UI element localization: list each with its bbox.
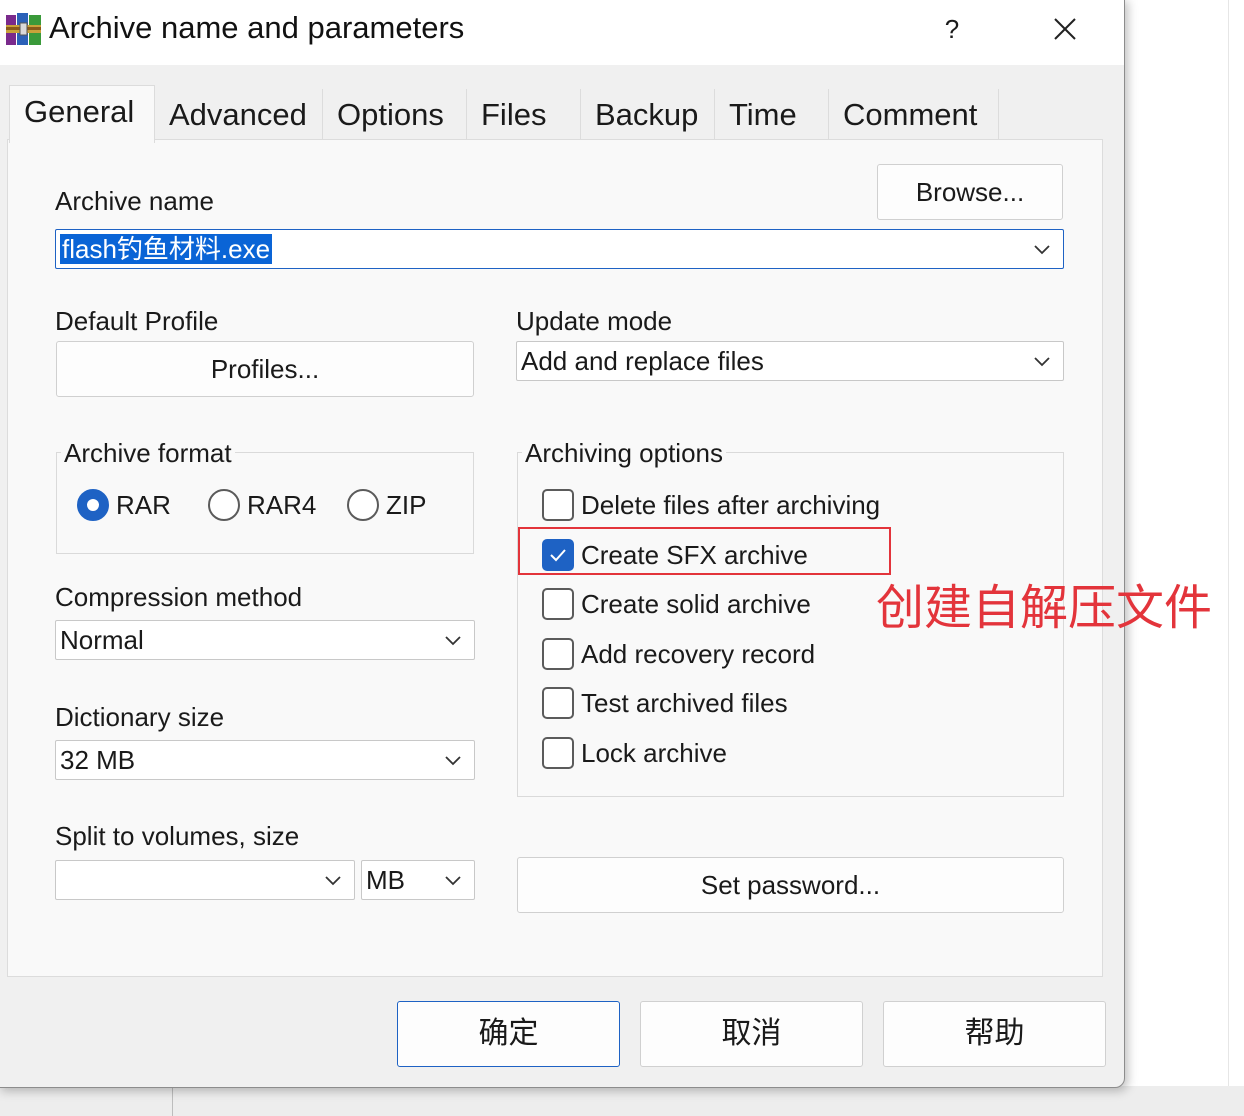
- tab-time[interactable]: Time: [715, 89, 829, 141]
- radio-zip-label[interactable]: ZIP: [386, 489, 426, 521]
- radio-rar4-label[interactable]: RAR4: [247, 489, 316, 521]
- profiles-button[interactable]: Profiles...: [56, 341, 474, 397]
- checkbox-test-files-label[interactable]: Test archived files: [581, 687, 788, 719]
- checkbox-delete-files-label[interactable]: Delete files after archiving: [581, 489, 880, 521]
- ok-button[interactable]: 确定: [397, 1001, 620, 1067]
- compression-method-value: Normal: [60, 625, 144, 655]
- background-divider: [172, 1086, 173, 1116]
- compression-method-label: Compression method: [55, 582, 303, 612]
- browse-button[interactable]: Browse...: [877, 164, 1063, 220]
- split-volumes-label: Split to volumes, size: [55, 821, 300, 851]
- close-icon: [1054, 18, 1076, 40]
- update-mode-value: Add and replace files: [521, 346, 764, 376]
- radio-rar-label[interactable]: RAR: [116, 489, 171, 521]
- background-divider: [1228, 0, 1229, 1116]
- checkbox-lock-archive[interactable]: [542, 737, 574, 769]
- archive-name-input[interactable]: flash钓鱼材料.exe: [55, 229, 1064, 269]
- checkbox-test-files[interactable]: [542, 687, 574, 719]
- tab-options[interactable]: Options: [323, 89, 467, 141]
- update-mode-select[interactable]: Add and replace files: [516, 341, 1064, 381]
- close-button[interactable]: [1047, 11, 1083, 47]
- tab-files[interactable]: Files: [467, 89, 581, 141]
- radio-zip[interactable]: [347, 489, 379, 521]
- checkbox-solid-archive-label[interactable]: Create solid archive: [581, 588, 811, 620]
- cancel-button[interactable]: 取消: [640, 1001, 863, 1067]
- checkbox-delete-files[interactable]: [542, 489, 574, 521]
- split-volumes-unit-select[interactable]: MB: [361, 860, 475, 900]
- archiving-options-label: Archiving options: [522, 437, 726, 469]
- dialog-help-button[interactable]: 帮助: [883, 1001, 1106, 1067]
- archive-dialog: Archive name and parameters ? General Ad…: [0, 0, 1125, 1088]
- checkbox-recovery-record[interactable]: [542, 638, 574, 670]
- chevron-down-icon: [325, 876, 341, 886]
- tab-advanced[interactable]: Advanced: [155, 89, 323, 141]
- dictionary-size-value: 32 MB: [60, 745, 136, 775]
- dictionary-size-label: Dictionary size: [55, 702, 225, 732]
- chevron-down-icon: [445, 636, 461, 646]
- checkmark-icon: [550, 549, 566, 562]
- tab-general[interactable]: General: [9, 85, 155, 143]
- chevron-down-icon[interactable]: [1032, 243, 1052, 257]
- chevron-down-icon: [445, 876, 461, 886]
- tab-comment[interactable]: Comment: [829, 89, 999, 141]
- checkbox-recovery-record-label[interactable]: Add recovery record: [581, 638, 815, 670]
- winrar-books-icon: [4, 11, 44, 47]
- tab-backup[interactable]: Backup: [581, 89, 715, 141]
- checkbox-solid-archive[interactable]: [542, 588, 574, 620]
- update-mode-label: Update mode: [516, 306, 673, 336]
- checkbox-create-sfx[interactable]: [542, 539, 574, 571]
- archive-format-label: Archive format: [61, 437, 235, 469]
- background-window: [1125, 0, 1244, 1116]
- dictionary-size-select[interactable]: 32 MB: [55, 740, 475, 780]
- set-password-button[interactable]: Set password...: [517, 857, 1064, 913]
- archive-name-value: flash钓鱼材料.exe: [60, 234, 273, 264]
- chevron-down-icon: [445, 756, 461, 766]
- background-statusbar: [0, 1086, 1244, 1116]
- split-volumes-size-input[interactable]: [55, 860, 355, 900]
- archive-name-label: Archive name: [55, 186, 214, 216]
- radio-rar[interactable]: [77, 489, 109, 521]
- split-volumes-unit: MB: [366, 865, 405, 895]
- checkbox-create-sfx-label[interactable]: Create SFX archive: [581, 539, 808, 571]
- chevron-down-icon: [1034, 357, 1050, 367]
- checkbox-lock-archive-label[interactable]: Lock archive: [581, 737, 727, 769]
- radio-rar4[interactable]: [208, 489, 240, 521]
- default-profile-label: Default Profile: [55, 306, 219, 336]
- window-title: Archive name and parameters: [49, 10, 465, 45]
- help-button[interactable]: ?: [937, 11, 967, 47]
- compression-method-select[interactable]: Normal: [55, 620, 475, 660]
- annotation-text: 创建自解压文件: [876, 580, 1213, 636]
